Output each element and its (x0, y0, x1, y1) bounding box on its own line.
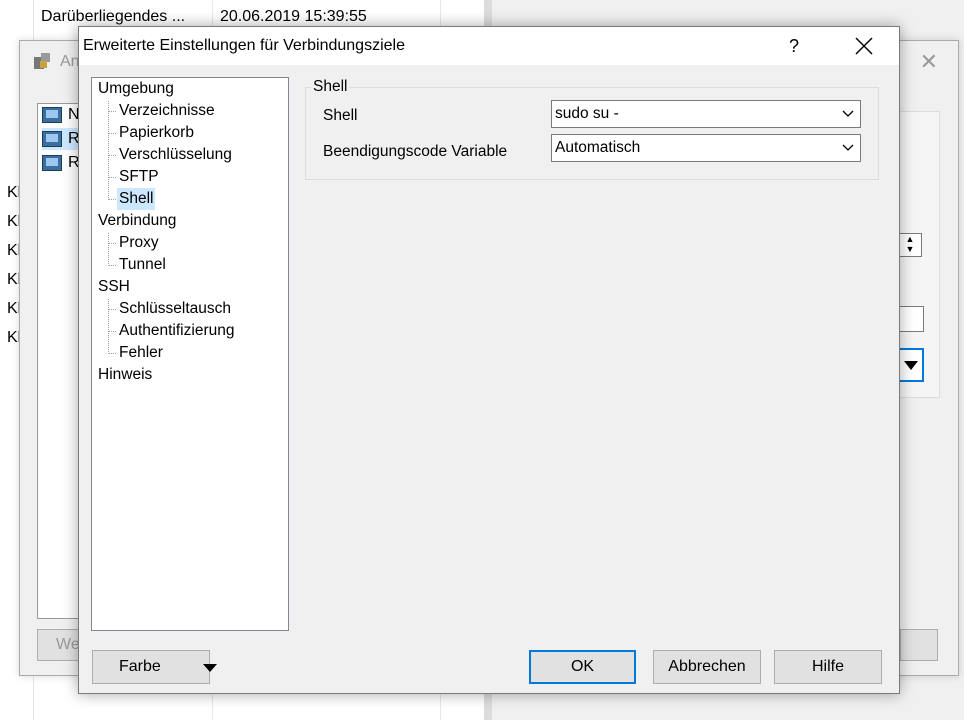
color-button[interactable]: Farbe (92, 650, 217, 684)
monitor-icon (42, 107, 62, 123)
tree-item-verzeichnisse[interactable]: Verzeichnisse (117, 100, 217, 122)
ok-button[interactable]: OK (529, 650, 636, 684)
site-item[interactable]: N (42, 104, 80, 126)
tree-connector (108, 133, 116, 134)
tree-item-sftp[interactable]: SFTP (117, 166, 161, 188)
shell-combobox[interactable]: sudo su - (551, 100, 861, 128)
tree-connector (108, 299, 109, 354)
tree-item-hinweis[interactable]: Hinweis (98, 364, 152, 386)
site-item[interactable]: R (42, 128, 80, 150)
site-item[interactable]: R (42, 152, 80, 174)
dropdown-arrow-icon (203, 664, 217, 672)
advanced-site-settings-dialog: Erweiterte Einstellungen für Verbindungs… (78, 26, 900, 694)
tree-item-schluesseltausch[interactable]: Schlüsseltausch (117, 298, 233, 320)
tree-connector (108, 199, 116, 200)
close-button[interactable] (900, 629, 938, 661)
tree-connector (108, 177, 116, 178)
tree-connector (108, 101, 109, 200)
settings-category-tree[interactable]: Umgebung Verzeichnisse Papierkorb Versch… (91, 77, 289, 631)
dialog-title: Erweiterte Einstellungen für Verbindungs… (83, 37, 405, 54)
dropdown-arrow-icon (904, 360, 918, 370)
tree-item-tunnel[interactable]: Tunnel (117, 254, 168, 276)
help-button[interactable]: Hilfe (774, 650, 882, 684)
tree-item-umgebung[interactable]: Umgebung (98, 78, 174, 100)
monitor-icon (42, 155, 62, 171)
tree-item-ssh[interactable]: SSH (98, 276, 130, 298)
title-bar: Erweiterte Einstellungen für Verbindungs… (79, 27, 899, 65)
tree-item-verschluesselung[interactable]: Verschlüsselung (117, 144, 234, 166)
tree-connector (108, 243, 116, 244)
exit-code-variable-label: Beendigungscode Variable (323, 143, 508, 160)
login-dialog-title: An (60, 53, 80, 70)
shell-value: sudo su - (555, 105, 619, 122)
tree-connector (108, 265, 116, 266)
close-button[interactable] (839, 31, 889, 61)
tree-item-proxy[interactable]: Proxy (117, 232, 161, 254)
close-icon[interactable]: ✕ (920, 49, 938, 75)
exit-code-variable-dropdown[interactable]: Automatisch (551, 134, 861, 162)
tree-connector (108, 353, 116, 354)
shell-label: Shell (323, 107, 358, 124)
tree-item-authentifizierung[interactable]: Authentifizierung (117, 320, 236, 342)
login-icon (34, 53, 50, 69)
port-spinner[interactable]: ▲ ▼ (898, 233, 922, 257)
help-question-button[interactable]: ? (779, 33, 809, 59)
close-icon (855, 37, 873, 55)
tree-connector (108, 155, 116, 156)
tree-connector (108, 111, 116, 112)
shell-group-title: Shell (311, 78, 350, 96)
tree-item-shell[interactable]: Shell (117, 188, 156, 210)
exit-code-variable-value: Automatisch (555, 139, 641, 156)
cancel-button[interactable]: Abbrechen (653, 650, 761, 684)
tree-item-verbindung[interactable]: Verbindung (98, 210, 176, 232)
monitor-icon (42, 131, 62, 147)
chevron-down-icon (842, 144, 854, 151)
file-date: 20.06.2019 15:39:55 (220, 8, 367, 25)
tree-connector (108, 331, 116, 332)
dropdown[interactable] (898, 348, 924, 382)
chevron-down-icon (842, 110, 854, 117)
file-name: Darüberliegendes ... (41, 8, 186, 25)
text-input[interactable] (898, 306, 924, 332)
tree-connector (108, 309, 116, 310)
tree-item-papierkorb[interactable]: Papierkorb (117, 122, 196, 144)
tree-connector (108, 233, 109, 266)
color-button-label: Farbe (119, 658, 161, 675)
tree-item-fehler[interactable]: Fehler (117, 342, 165, 364)
